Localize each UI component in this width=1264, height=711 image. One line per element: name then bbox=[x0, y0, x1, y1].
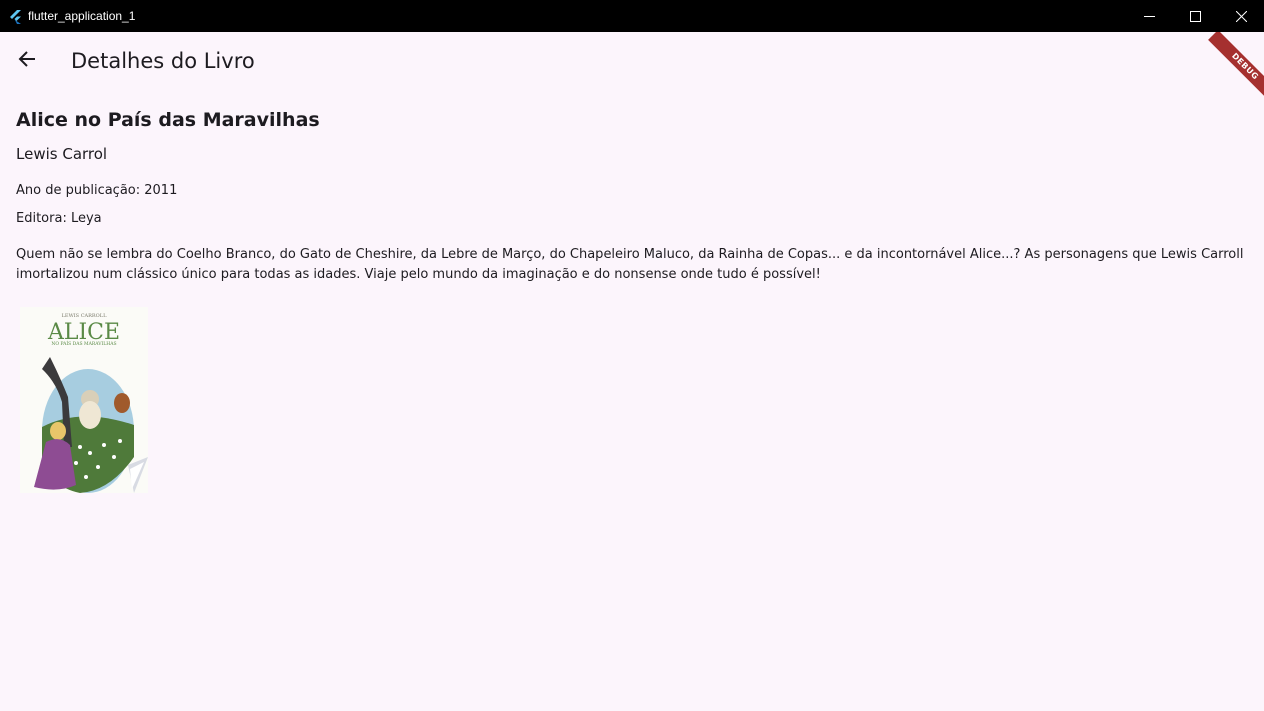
page-title: Detalhes do Livro bbox=[71, 49, 255, 73]
close-icon bbox=[1235, 10, 1247, 22]
cover-subtitle: NO PAÍS DAS MARAVILHAS bbox=[51, 340, 116, 347]
cover-author: LEWIS CARROLL bbox=[62, 313, 107, 319]
debug-label: DEBUG bbox=[1208, 32, 1264, 96]
app-content: Detalhes do Livro DEBUG Alice no País da… bbox=[0, 32, 1264, 711]
debug-banner: DEBUG bbox=[1202, 32, 1264, 96]
maximize-icon bbox=[1189, 10, 1201, 22]
book-publication-year: Ano de publicação: 2011 bbox=[16, 183, 178, 198]
app-bar: Detalhes do Livro bbox=[0, 32, 1264, 90]
book-description: Quem não se lembra do Coelho Branco, do … bbox=[16, 247, 1244, 282]
close-button[interactable] bbox=[1218, 0, 1264, 32]
window-title: flutter_application_1 bbox=[28, 9, 136, 23]
book-cover-image: LEWIS CARROLL ALICE NO PAÍS DAS MARAVILH… bbox=[20, 307, 148, 493]
book-title: Alice no País das Maravilhas bbox=[16, 109, 320, 131]
minimize-icon bbox=[1143, 11, 1155, 22]
flutter-logo-icon bbox=[9, 9, 23, 24]
window-titlebar: flutter_application_1 bbox=[0, 0, 1264, 32]
arrow-back-icon bbox=[17, 49, 37, 73]
book-author: Lewis Carrol bbox=[16, 145, 108, 163]
book-publisher: Editora: Leya bbox=[16, 211, 102, 226]
minimize-button[interactable] bbox=[1126, 0, 1172, 32]
maximize-button[interactable] bbox=[1172, 0, 1218, 32]
back-button[interactable] bbox=[11, 45, 43, 77]
